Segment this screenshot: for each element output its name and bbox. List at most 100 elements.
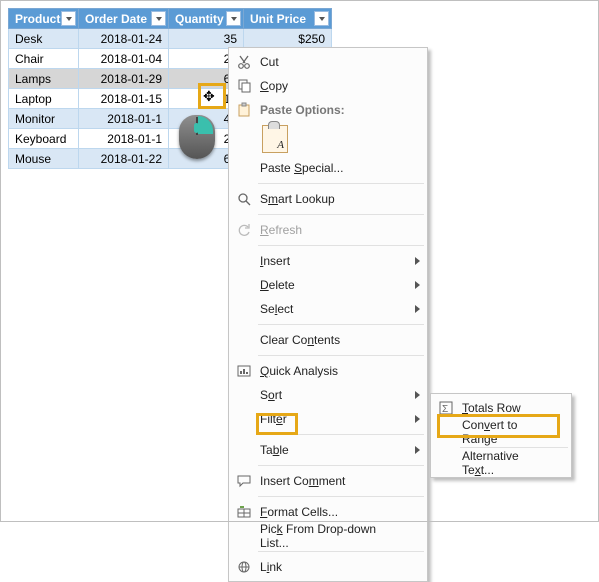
cell-product[interactable]: Mouse — [9, 149, 79, 169]
cell-product[interactable]: Chair — [9, 49, 79, 69]
submenu-arrow-icon — [415, 257, 420, 265]
cell-date[interactable]: 2018-01-1 — [79, 129, 169, 149]
menu-label: Delete — [260, 278, 295, 292]
cell-date[interactable]: 2018-01-24 — [79, 29, 169, 49]
menu-label: Insert Comment — [260, 474, 345, 488]
context-menu: Cut Copy Paste Options: A Paste Special.… — [228, 47, 428, 582]
menu-label: Link — [260, 560, 282, 574]
paste-default-icon: A — [262, 125, 288, 153]
menu-copy[interactable]: Copy — [230, 74, 426, 98]
cell-qty[interactable]: 35 — [169, 29, 244, 49]
cell-product[interactable]: Laptop — [9, 89, 79, 109]
menu-filter[interactable]: Filter — [230, 407, 426, 431]
menu-paste-default[interactable]: A — [230, 122, 426, 156]
menu-label: Paste Options: — [260, 103, 345, 117]
menu-separator — [258, 434, 424, 435]
cell-date[interactable]: 2018-01-29 — [79, 69, 169, 89]
comment-icon — [235, 472, 253, 490]
menu-separator — [258, 214, 424, 215]
link-icon — [235, 558, 253, 576]
menu-label: Select — [260, 302, 293, 316]
header-label: Unit Price — [250, 12, 306, 26]
menu-quick-analysis[interactable]: Quick Analysis — [230, 359, 426, 383]
menu-label: Totals Row — [462, 401, 521, 415]
menu-separator — [460, 447, 568, 448]
menu-label: Smart Lookup — [260, 192, 335, 206]
menu-label: Format Cells... — [260, 505, 338, 519]
menu-separator — [258, 245, 424, 246]
submenu-alternative-text[interactable]: Alternative Text... — [432, 451, 570, 475]
svg-text:Σ: Σ — [442, 404, 448, 415]
filter-dropdown-icon[interactable] — [226, 11, 241, 26]
header-label: Product — [15, 12, 60, 26]
submenu-convert-to-range[interactable]: Convert to Range — [432, 420, 570, 444]
cell-date[interactable]: 2018-01-04 — [79, 49, 169, 69]
menu-label: Convert to Range — [462, 418, 552, 446]
filter-dropdown-icon[interactable] — [61, 11, 76, 26]
menu-clear-contents[interactable]: Clear Contents — [230, 328, 426, 352]
menu-label: opy — [269, 79, 288, 93]
menu-select[interactable]: Select — [230, 297, 426, 321]
menu-label: Filter — [260, 412, 287, 426]
column-header-order-date[interactable]: Order Date — [79, 9, 169, 29]
menu-link[interactable]: Link — [230, 555, 426, 579]
menu-separator — [258, 183, 424, 184]
cell-product[interactable]: Lamps — [9, 69, 79, 89]
menu-separator — [258, 551, 424, 552]
table-submenu: Σ Totals Row Convert to Range Alternativ… — [430, 393, 572, 478]
menu-pick-list[interactable]: Pick From Drop-down List... — [230, 524, 426, 548]
cell-date[interactable]: 2018-01-15 — [79, 89, 169, 109]
menu-format-cells[interactable]: Format Cells... — [230, 500, 426, 524]
menu-table[interactable]: Table — [230, 438, 426, 462]
column-header-unit-price[interactable]: Unit Price — [244, 9, 332, 29]
paste-icon — [235, 101, 253, 119]
submenu-arrow-icon — [415, 305, 420, 313]
menu-delete[interactable]: Delete — [230, 273, 426, 297]
submenu-arrow-icon — [415, 446, 420, 454]
menu-label: Quick Analysis — [260, 364, 338, 378]
format-cells-icon — [235, 503, 253, 521]
menu-separator — [258, 496, 424, 497]
cell-price[interactable]: $250 — [244, 29, 332, 49]
column-header-quantity[interactable]: Quantity — [169, 9, 244, 29]
menu-label: Paste Special... — [260, 161, 343, 175]
menu-label: Alternative Text... — [462, 449, 552, 477]
menu-label: Pick From Drop-down List... — [260, 522, 408, 550]
submenu-arrow-icon — [415, 415, 420, 423]
menu-insert-comment[interactable]: Insert Comment — [230, 469, 426, 493]
copy-icon — [235, 77, 253, 95]
menu-separator — [258, 465, 424, 466]
menu-cut[interactable]: Cut — [230, 50, 426, 74]
filter-dropdown-icon[interactable] — [151, 11, 166, 26]
menu-separator — [258, 355, 424, 356]
header-label: Order Date — [85, 12, 147, 26]
cell-product[interactable]: Desk — [9, 29, 79, 49]
smart-lookup-icon — [235, 190, 253, 208]
menu-separator — [258, 324, 424, 325]
column-header-product[interactable]: Product — [9, 9, 79, 29]
cell-date[interactable]: 2018-01-1 — [79, 109, 169, 129]
menu-label: Insert — [260, 254, 290, 268]
refresh-icon — [235, 221, 253, 239]
submenu-totals-row[interactable]: Σ Totals Row — [432, 396, 570, 420]
menu-smart-lookup[interactable]: Smart Lookup — [230, 187, 426, 211]
cell-product[interactable]: Keyboard — [9, 129, 79, 149]
submenu-arrow-icon — [415, 391, 420, 399]
menu-label: Sort — [260, 388, 282, 402]
menu-insert[interactable]: Insert — [230, 249, 426, 273]
filter-dropdown-icon[interactable] — [314, 11, 329, 26]
table-row[interactable]: Desk2018-01-2435$250 — [9, 29, 332, 49]
menu-label: Cut — [260, 55, 279, 69]
menu-label: Clear Contents — [260, 333, 340, 347]
totals-row-icon: Σ — [437, 399, 455, 417]
menu-label: Refresh — [260, 223, 302, 237]
cell-product[interactable]: Monitor — [9, 109, 79, 129]
header-label: Quantity — [175, 12, 224, 26]
menu-sort[interactable]: Sort — [230, 383, 426, 407]
menu-refresh: Refresh — [230, 218, 426, 242]
cut-icon — [235, 53, 253, 71]
menu-paste-special[interactable]: Paste Special... — [230, 156, 426, 180]
cell-date[interactable]: 2018-01-22 — [79, 149, 169, 169]
quick-analysis-icon — [235, 362, 253, 380]
menu-label: Table — [260, 443, 289, 457]
